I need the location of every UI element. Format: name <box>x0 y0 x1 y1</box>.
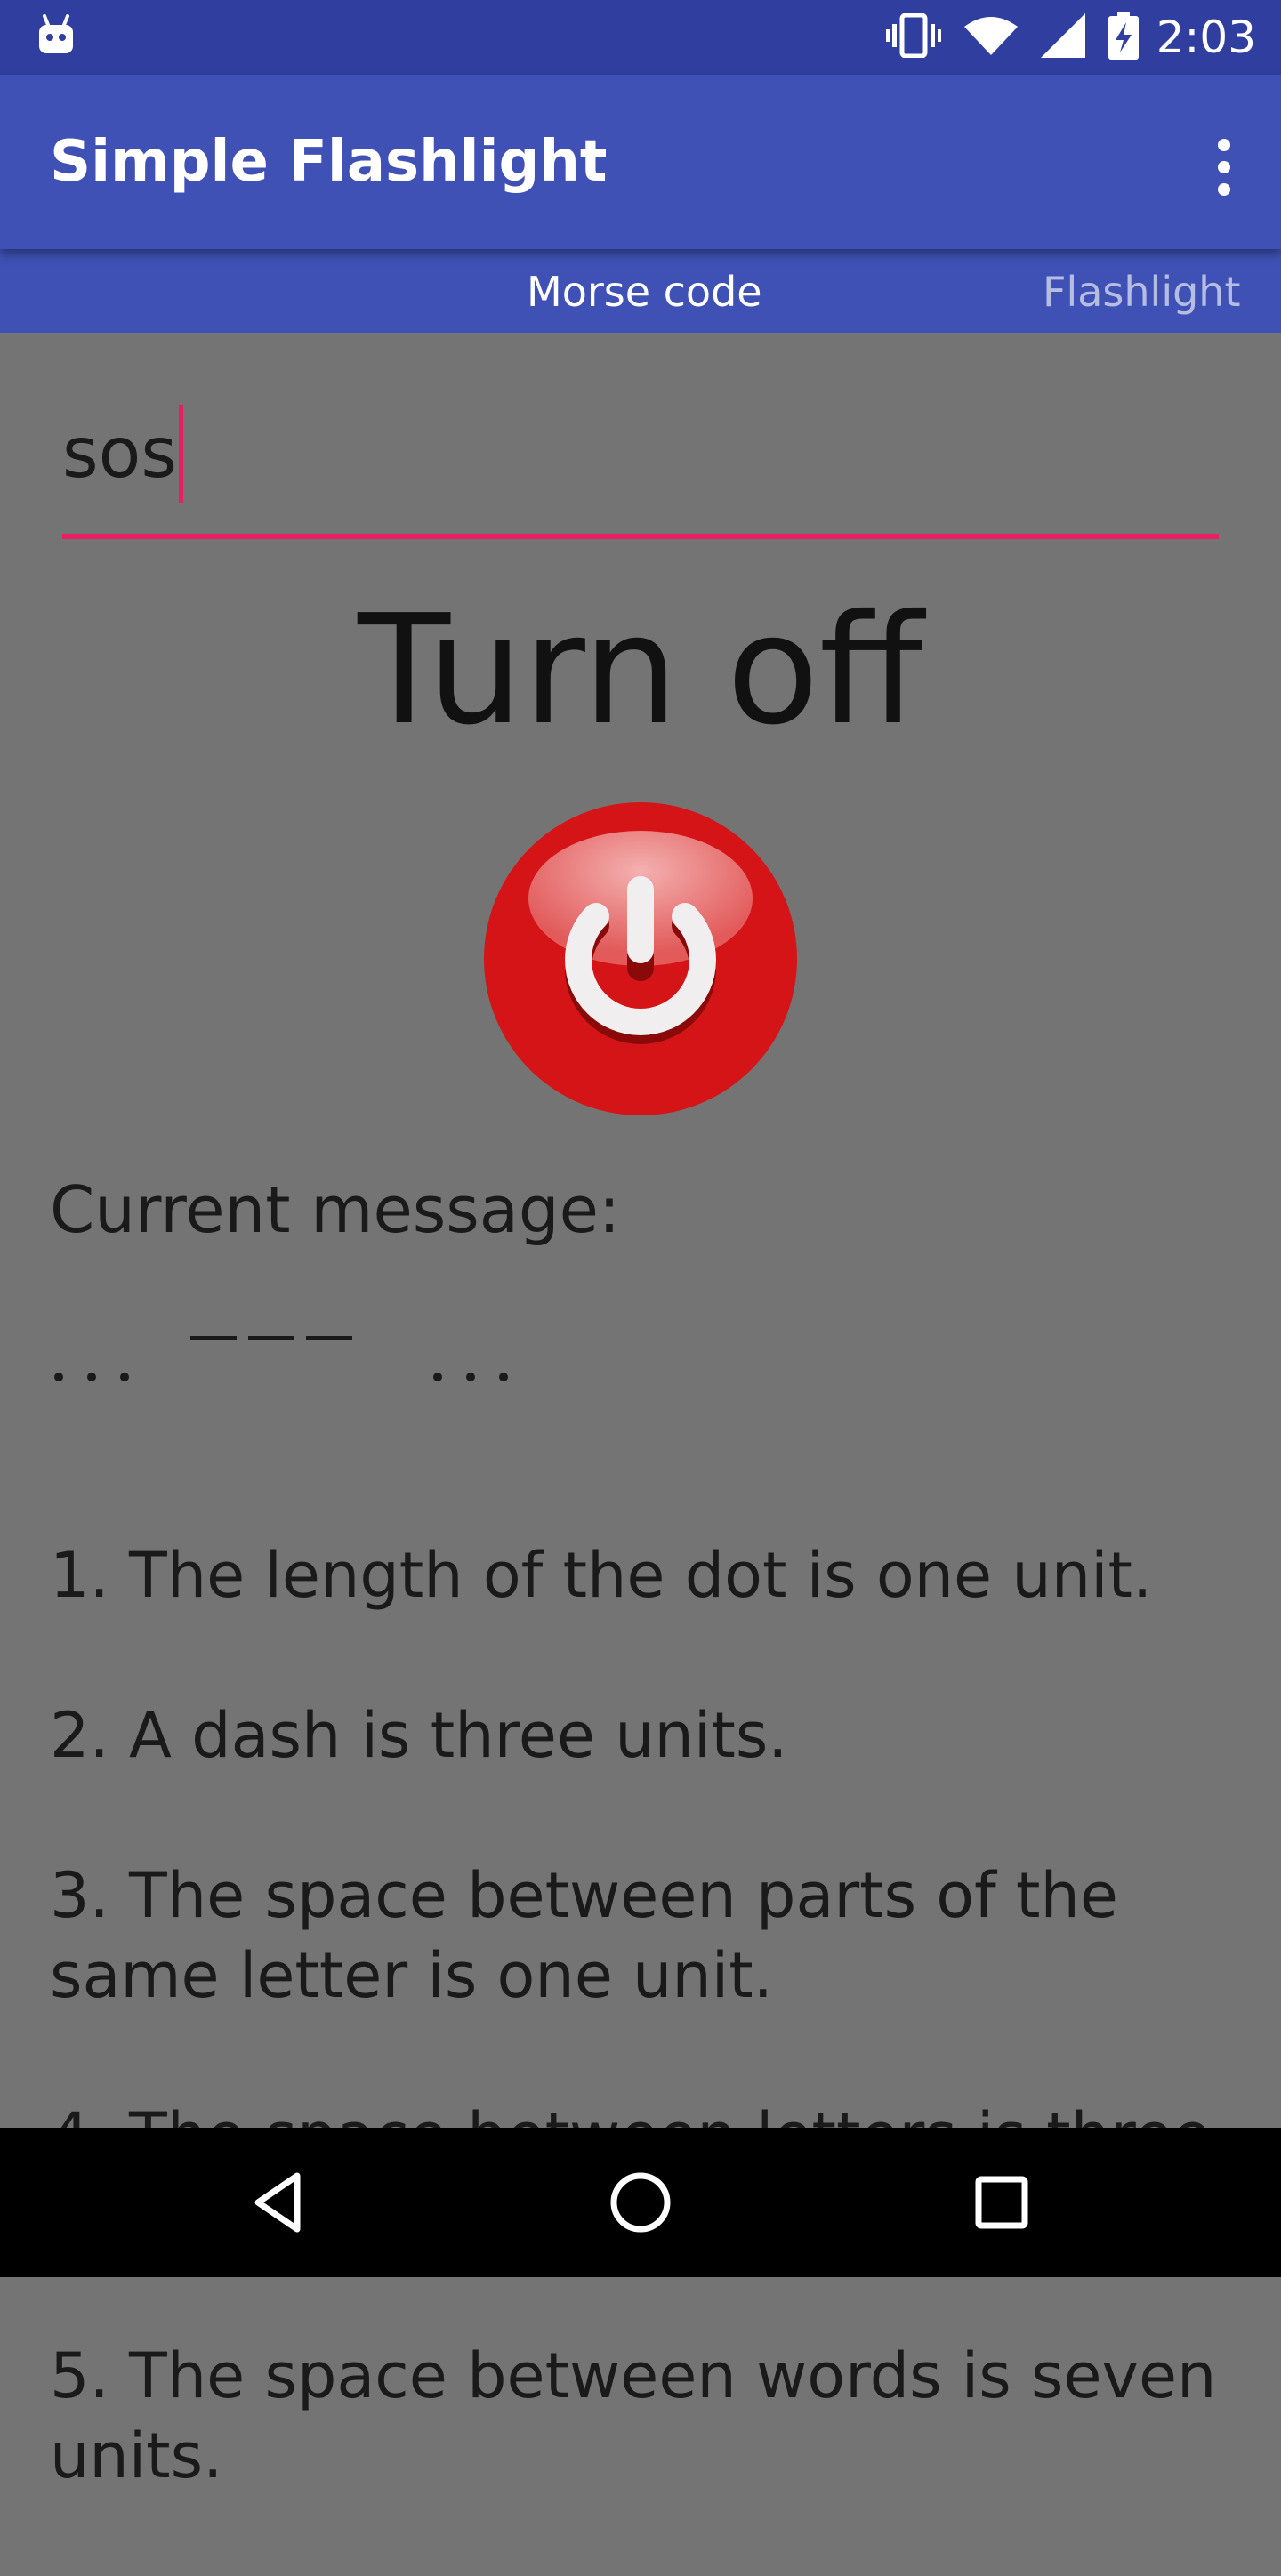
overflow-menu-icon[interactable] <box>1203 132 1245 203</box>
home-icon[interactable] <box>603 2165 678 2240</box>
status-bar: 2:03 <box>0 0 1281 75</box>
tab-bar: Morse code Flashlight <box>0 249 1281 333</box>
status-time: 2:03 <box>1156 12 1256 63</box>
navigation-bar <box>0 2128 1281 2277</box>
battery-charging-icon <box>1108 12 1139 63</box>
rule-1: 1. The length of the dot is one unit. <box>50 1539 1153 1612</box>
morse-rules: 1. The length of the dot is one unit. 2.… <box>50 1455 1242 2576</box>
morse-input-value: sos <box>62 414 177 494</box>
app-bar: Simple Flashlight <box>0 75 1281 249</box>
rule-2: 2. A dash is three units. <box>50 1699 788 1772</box>
system-icons <box>886 12 1139 62</box>
input-underline <box>62 534 1219 539</box>
text-caret <box>179 405 183 503</box>
app-title: Simple Flashlight <box>50 129 608 195</box>
vibrate-icon <box>886 12 941 61</box>
morse-content: sos Turn off Current message: 1. The len… <box>0 333 1281 2492</box>
morse-letter-s <box>54 1373 129 1381</box>
toggle-status-label: Turn off <box>358 583 923 759</box>
cell-signal-icon <box>1041 13 1085 61</box>
morse-letter-o <box>190 1336 352 1340</box>
rule-5: 5. The space between words is seven unit… <box>50 2339 1217 2492</box>
back-icon[interactable] <box>242 2165 317 2240</box>
android-debug-icon <box>36 14 77 55</box>
current-message-label: Current message: <box>50 1172 621 1247</box>
tab-flashlight[interactable]: Flashlight <box>1043 267 1241 317</box>
morse-code-display <box>50 1311 1206 1391</box>
power-button[interactable] <box>484 802 797 1115</box>
morse-symbols <box>54 1336 508 1381</box>
morse-text-input[interactable]: sos <box>62 405 1219 503</box>
power-button-icon <box>484 802 797 1115</box>
tab-morse-code[interactable]: Morse code <box>527 267 762 317</box>
wifi-icon <box>964 16 1018 59</box>
rule-3: 3. The space between parts of the same l… <box>50 1859 1118 2012</box>
morse-letter-s-2 <box>433 1373 508 1381</box>
recents-icon[interactable] <box>964 2165 1039 2240</box>
